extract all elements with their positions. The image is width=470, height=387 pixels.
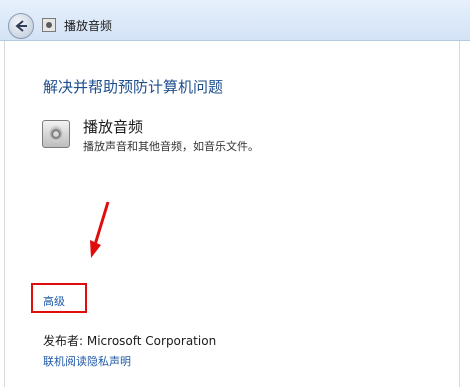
window-title: 播放音频 xyxy=(64,19,113,33)
audio-speaker-icon xyxy=(42,120,70,148)
back-button[interactable] xyxy=(8,13,34,39)
publisher-label: 发布者: xyxy=(43,334,87,348)
privacy-statement-link[interactable]: 联机阅读隐私声明 xyxy=(43,353,131,369)
publisher-name: Microsoft Corporation xyxy=(86,334,217,348)
title-bar: 播放音频 xyxy=(0,0,470,41)
publisher-info: 发布者: Microsoft Corporation xyxy=(43,332,216,349)
troubleshooter-title: 播放音频 xyxy=(83,118,144,136)
window-title-icon xyxy=(42,18,56,32)
page-heading: 解决并帮助预防计算机问题 xyxy=(43,78,224,96)
troubleshooter-description: 播放声音和其他音频，如音乐文件。 xyxy=(83,140,259,153)
red-arrow-annotation xyxy=(90,201,110,258)
advanced-link[interactable]: 高级 xyxy=(43,293,65,309)
back-arrow-icon xyxy=(15,20,27,32)
